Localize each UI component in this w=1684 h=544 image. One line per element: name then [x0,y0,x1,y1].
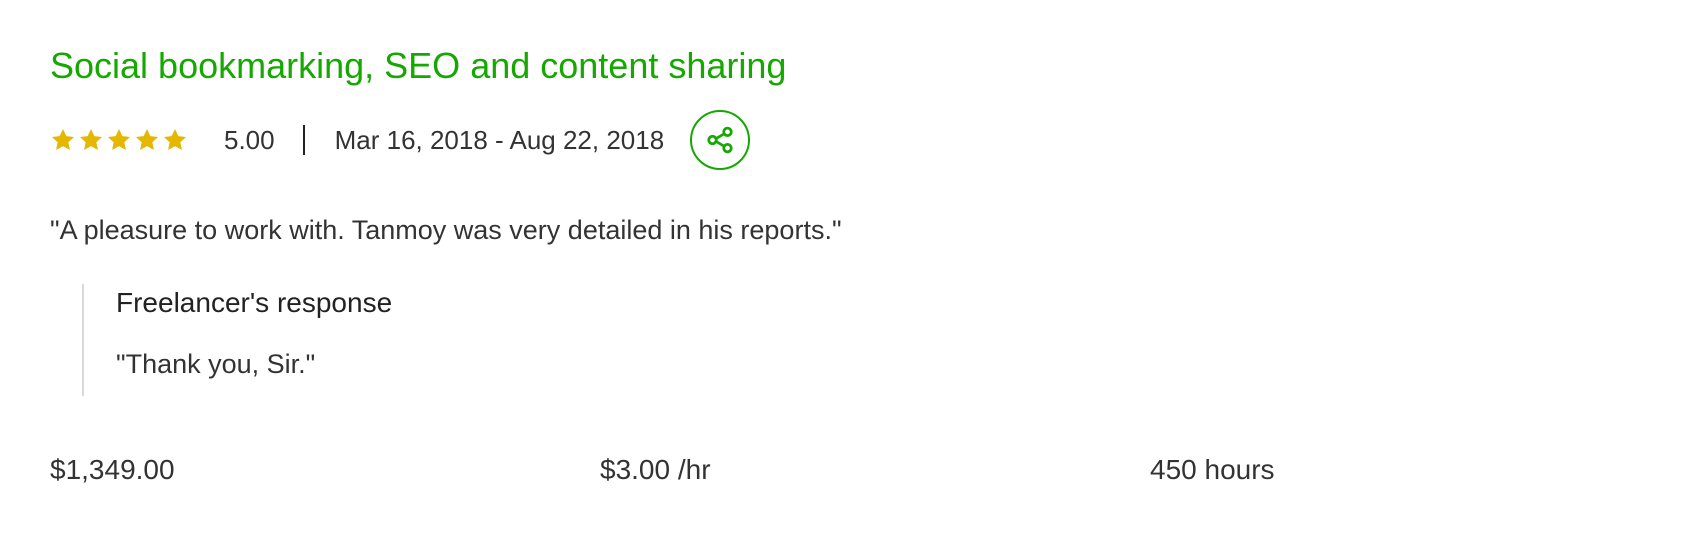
star-icon [135,128,159,150]
star-icon [163,128,187,150]
contract-dates: Mar 16, 2018 - Aug 22, 2018 [334,124,665,155]
job-stats: $1,349.00 $3.00 /hr 450 hours [50,450,1650,490]
star-icon [107,128,131,150]
review-meta: 5.00 Mar 16, 2018 - Aug 22, 2018 [50,108,751,172]
job-title-link[interactable]: Social bookmarking, SEO and content shar… [50,44,786,88]
response-text: "Thank you, Sir." [116,349,316,379]
total-earned: $1,349.00 [50,454,175,485]
review-item: Social bookmarking, SEO and content shar… [50,0,1650,544]
meta-divider [302,125,305,155]
star-icon [79,128,103,150]
hours-worked: 450 hours [1150,454,1275,485]
response-heading: Freelancer's response [116,287,393,318]
hourly-rate: $3.00 /hr [600,454,711,485]
share-icon [707,126,733,154]
share-button[interactable] [690,110,751,170]
rating-value: 5.00 [224,124,275,155]
client-feedback: "A pleasure to work with. Tanmoy was ver… [50,215,842,245]
star-rating [50,127,188,153]
star-icon [51,128,75,150]
freelancer-response: Freelancer's response "Thank you, Sir." [82,284,682,396]
